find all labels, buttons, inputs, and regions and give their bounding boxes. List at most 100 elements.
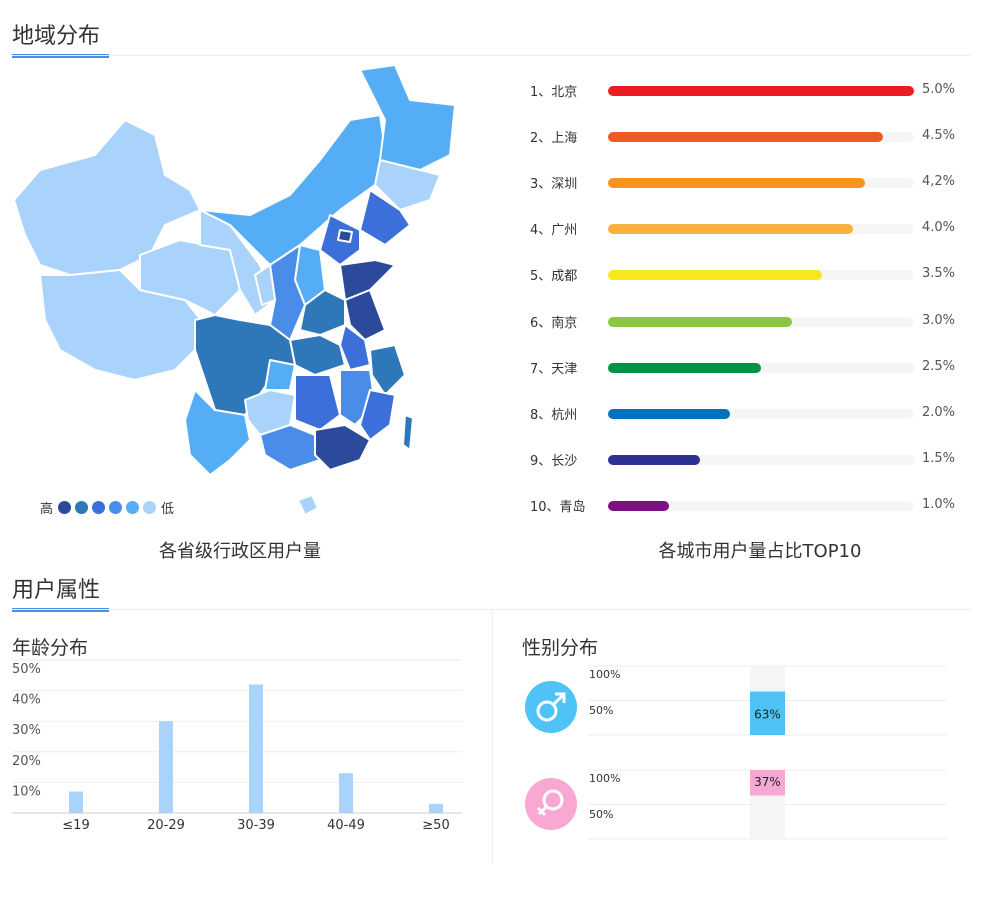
female-y-tick-label: 50%	[589, 808, 613, 821]
ranking-city-label: 4、广州	[530, 223, 578, 239]
map-region-hainan	[297, 494, 319, 516]
map-caption: 各省级行政区用户量	[159, 541, 321, 562]
section-title-region: 地域分布	[12, 18, 109, 58]
ranking-bar	[608, 408, 731, 419]
legend-swatch	[126, 501, 140, 514]
male-y-tick-label: 100%	[589, 668, 620, 681]
ranking-value-label: 1.0%	[922, 496, 956, 512]
legend-high-label: 高	[40, 502, 54, 517]
age-x-tick-label: 40-49	[327, 818, 365, 833]
ranking-value-label: 4.5%	[922, 128, 956, 144]
ranking-bar	[608, 500, 670, 511]
ranking-bar	[608, 132, 884, 143]
ranking-value-label: 2.5%	[922, 358, 956, 374]
gender-distribution-chart: 100% 50% 63% 100% 50% 37%	[588, 665, 947, 840]
ranking-row: 9、长沙 1.5%	[520, 450, 970, 470]
gender-panel-title: 性别分布	[522, 637, 599, 659]
ranking-row: 5、成都 3.5%	[520, 265, 970, 285]
male-bar-value-label: 63%	[754, 707, 781, 721]
legend-swatch	[58, 501, 72, 514]
ranking-bar-track	[608, 454, 914, 465]
age-x-tick-label: ≤19	[62, 818, 89, 833]
ranking-bar	[608, 178, 866, 189]
ranking-city-label: 10、青岛	[530, 499, 586, 515]
china-choropleth-map	[13, 64, 456, 516]
ranking-city-label: 8、杭州	[530, 407, 578, 423]
male-symbol-icon	[525, 681, 577, 733]
ranking-bar-track	[608, 270, 914, 281]
legend-swatch	[143, 501, 157, 514]
legend-low-label: 低	[161, 502, 175, 517]
ranking-value-label: 3.5%	[922, 266, 956, 282]
ranking-bar-track	[608, 316, 914, 327]
ranking-city-label: 1、北京	[530, 85, 578, 100]
ranking-bar-track	[608, 500, 914, 511]
panel-divider	[492, 609, 493, 864]
ranking-bar	[608, 362, 761, 373]
ranking-row: 2、上海 4.5%	[520, 127, 970, 147]
age-y-tick-label: 40%	[12, 693, 41, 708]
ranking-row: 10、青岛 1.0%	[520, 496, 970, 516]
ranking-bar	[608, 270, 823, 281]
age-x-tick-label: ≥50	[422, 818, 449, 833]
ranking-row: 6、南京 3.0%	[520, 312, 970, 332]
ranking-value-label: 3.0%	[922, 312, 956, 328]
section-title-region-text: 地域分布	[12, 24, 101, 49]
age-bar	[69, 791, 83, 813]
map-region-chongqing	[264, 359, 296, 391]
age-bar	[159, 721, 173, 813]
ranking-bar	[608, 316, 792, 327]
age-y-tick-label: 20%	[12, 754, 41, 769]
section-title-user-attributes: 用户属性	[12, 572, 109, 612]
ranking-city-label: 3、深圳	[530, 177, 578, 193]
ranking-row: 7、天津 2.5%	[520, 358, 970, 378]
age-bar	[339, 773, 353, 813]
age-y-tick-label: 10%	[12, 784, 41, 799]
ranking-bar-track	[608, 408, 914, 419]
female-symbol-icon	[525, 778, 577, 830]
map-region-hunan	[294, 374, 341, 431]
section-divider	[12, 55, 971, 56]
ranking-value-label: 4.0%	[922, 220, 956, 236]
ranking-bar-track	[608, 86, 914, 96]
male-y-tick-label: 50%	[589, 704, 613, 717]
ranking-city-label: 7、天津	[530, 361, 578, 377]
ranking-bar-track	[608, 362, 914, 373]
ranking-bar-track	[608, 178, 914, 189]
ranking-value-label: 4,2%	[922, 174, 956, 190]
age-y-tick-label: 50%	[12, 662, 41, 677]
map-region-zhejiang	[369, 344, 406, 396]
legend-swatch	[109, 501, 123, 514]
ranking-city-label: 2、上海	[530, 131, 578, 147]
age-bar	[249, 684, 263, 813]
ranking-city-label: 5、成都	[530, 269, 578, 285]
age-bar	[429, 803, 443, 813]
ranking-row: 3、深圳 4,2%	[520, 173, 970, 193]
map-region-hubei	[289, 334, 346, 376]
female-bar-value-label: 37%	[754, 775, 781, 789]
ranking-value-label: 5.0%	[922, 82, 956, 97]
legend-swatch	[92, 501, 106, 514]
ranking-bar-track	[608, 132, 914, 143]
ranking-city-label: 6、南京	[530, 315, 578, 331]
ranking-bar	[608, 86, 914, 96]
age-x-tick-label: 30-39	[237, 818, 275, 833]
ranking-row: 8、杭州 2.0%	[520, 404, 970, 424]
ranking-value-label: 2.0%	[922, 404, 956, 420]
ranking-caption: 各城市用户量占比TOP10	[658, 541, 862, 562]
map-legend: 高 低	[40, 498, 174, 517]
ranking-row: 1、北京 5.0%	[520, 81, 970, 101]
map-region-beijing	[337, 229, 353, 243]
ranking-bar-track	[608, 224, 914, 235]
section-title-user-attributes-text: 用户属性	[12, 578, 101, 603]
legend-swatch	[75, 501, 89, 514]
female-y-tick-label: 100%	[589, 772, 620, 785]
age-distribution-chart: 50% 40% 30% 20% 10% ≤19 20-29 30-39 40-49 ≥50	[12, 659, 462, 833]
ranking-city-label: 9、长沙	[530, 453, 578, 469]
map-region-guangxi	[259, 424, 321, 471]
ranking-value-label: 1.5%	[922, 450, 956, 466]
map-region-taiwan	[402, 414, 414, 451]
ranking-bar	[608, 454, 700, 465]
age-y-tick-label: 30%	[12, 723, 41, 738]
ranking-bar	[608, 224, 853, 235]
